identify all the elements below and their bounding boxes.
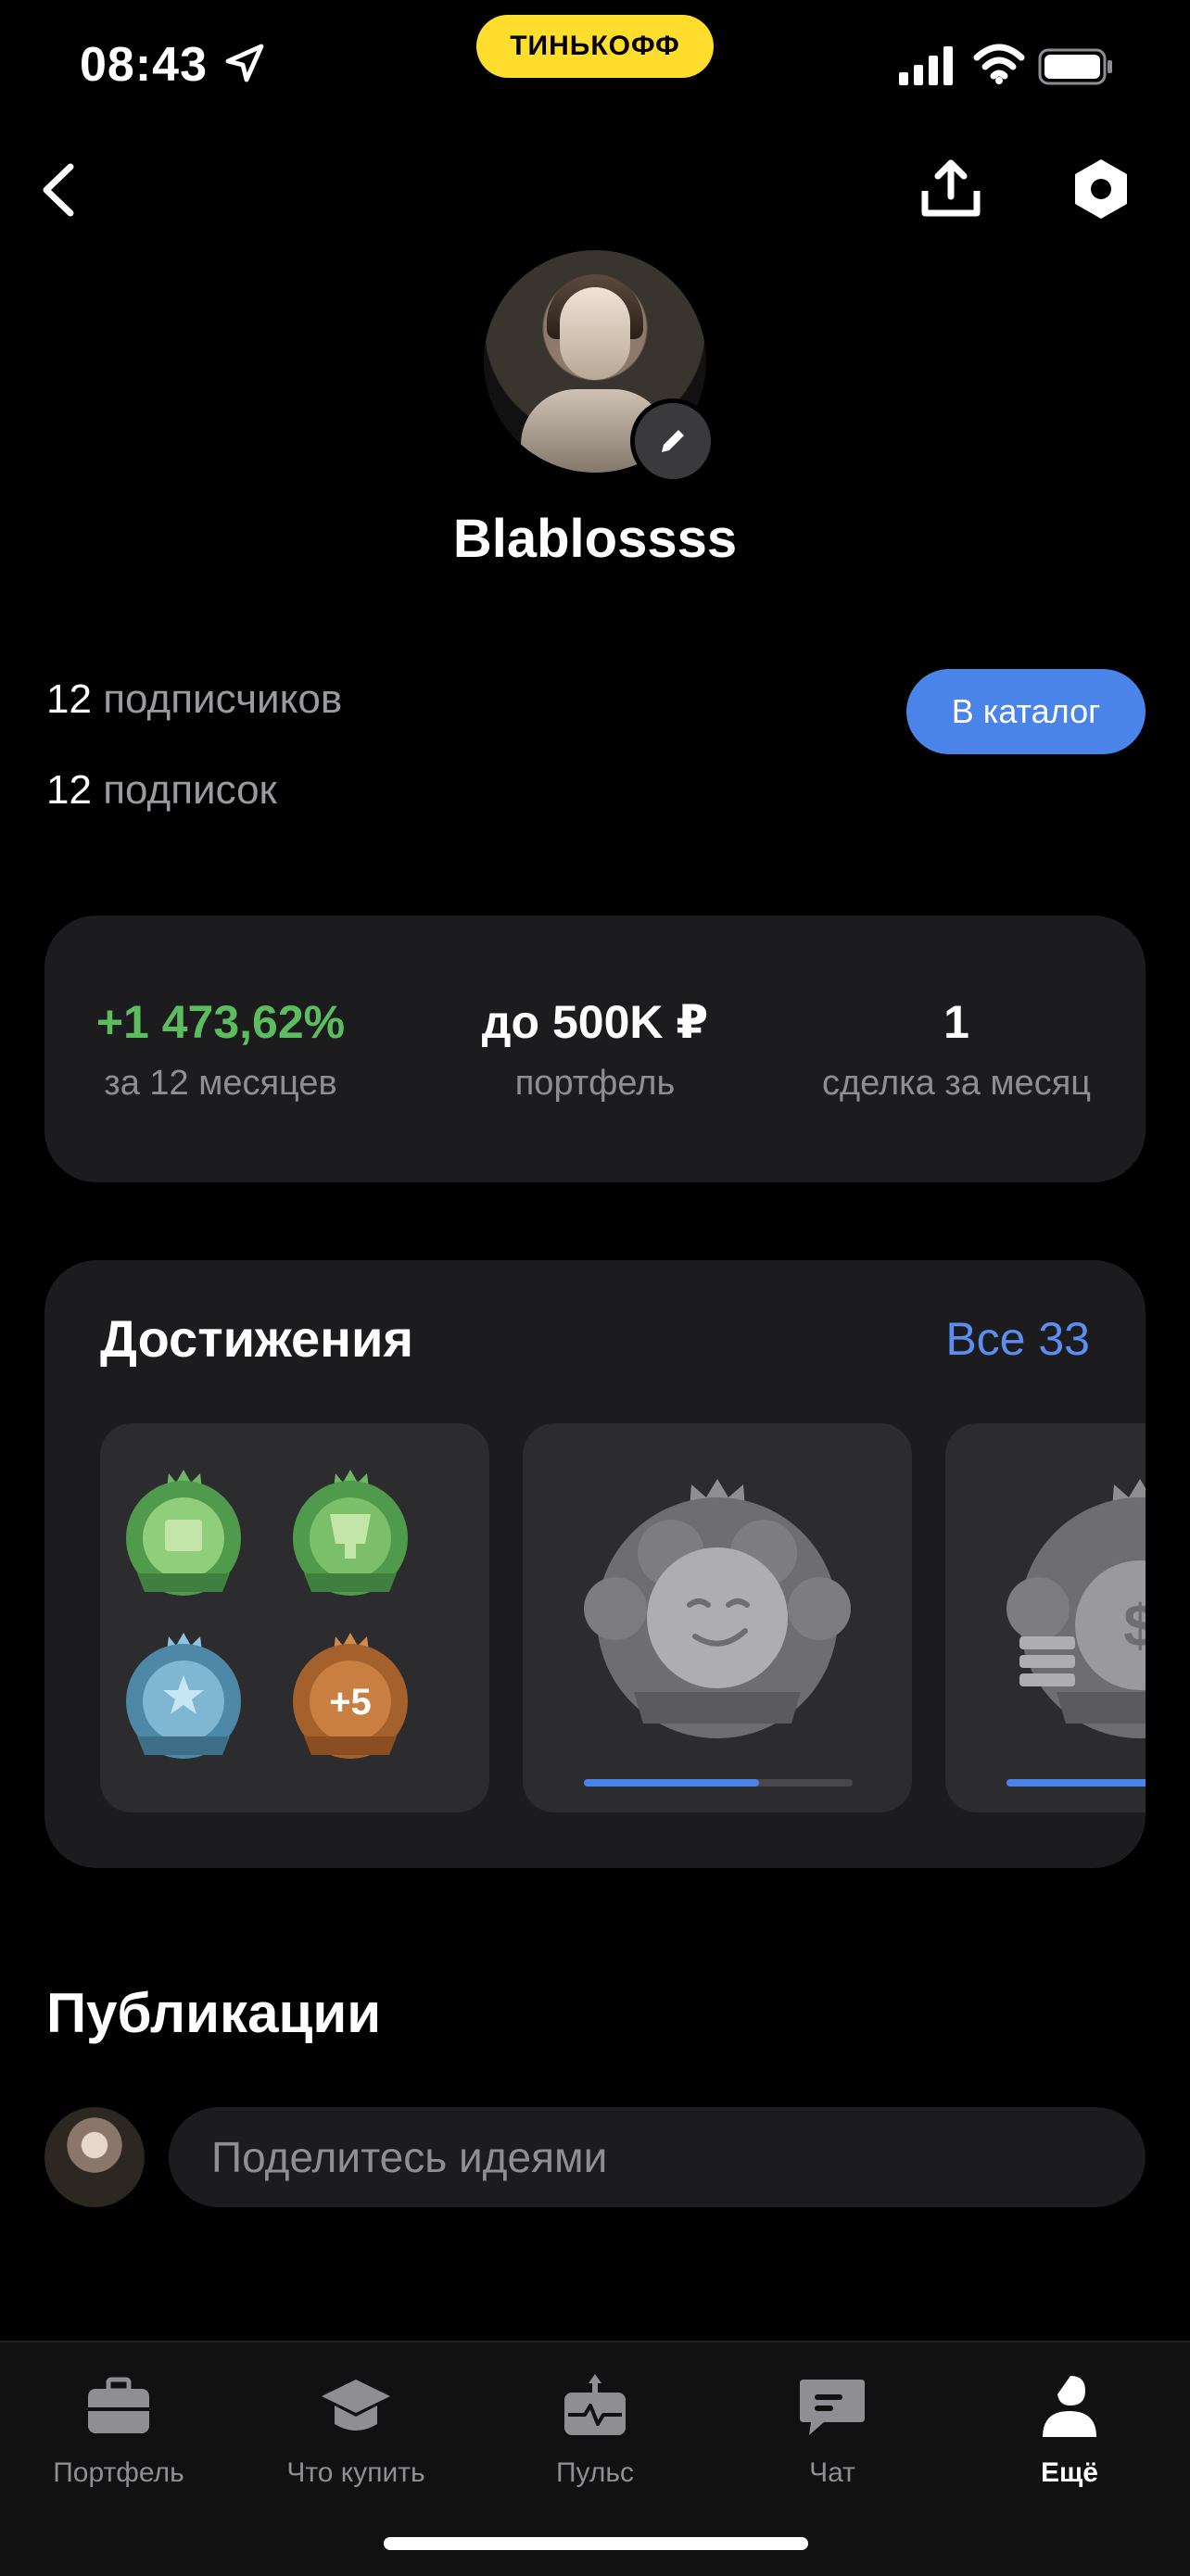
more-badges-label: +5 <box>329 1682 372 1723</box>
tab-portfolio[interactable]: Портфель <box>7 2370 230 2489</box>
settings-hexagon-icon[interactable] <box>1068 156 1134 222</box>
following-count: 12 <box>46 767 92 813</box>
graduation-cap-icon <box>322 2380 390 2431</box>
home-indicator[interactable] <box>384 2537 808 2550</box>
publications-title: Публикации <box>46 1982 382 2044</box>
share-upload-icon[interactable] <box>918 156 984 222</box>
silver-money-bag-badge-icon: $ <box>1006 1479 1146 1738</box>
metric-return: +1 473,62% за 12 месяцев <box>44 995 397 1104</box>
metrics-card: +1 473,62% за 12 месяцев до 500K ₽ портф… <box>44 915 1146 1182</box>
metric-portfolio-value: до 500K ₽ <box>481 996 709 1048</box>
tab-label: Портфель <box>53 2457 184 2488</box>
tab-pulse[interactable]: Пульс <box>484 2370 706 2489</box>
silver-smile-badge-icon <box>584 1479 851 1738</box>
tab-label: Ещё <box>1040 2457 1098 2488</box>
pencil-icon <box>662 430 684 452</box>
blue-stars-badge-icon <box>126 1633 241 1759</box>
achievement-group-tile[interactable]: +5 <box>100 1423 489 1812</box>
green-trophy-badge-icon <box>293 1470 408 1596</box>
back-chevron-icon[interactable] <box>28 158 93 222</box>
following-label: подписок <box>103 767 277 813</box>
status-time: 08:43 <box>80 38 208 92</box>
metric-deals: 1 сделка за месяц <box>780 995 1133 1104</box>
tab-label: Чат <box>809 2457 855 2488</box>
share-ideas-input[interactable]: Поделитесь идеями <box>169 2107 1146 2207</box>
battery-icon <box>1038 48 1112 85</box>
more-person-icon <box>1043 2376 1096 2437</box>
achievements-card: Достижения Все 33 +5 $ <box>44 1260 1146 1868</box>
following-stat[interactable]: 12 подписок <box>46 767 277 814</box>
pulse-icon <box>564 2374 626 2435</box>
metric-deals-value: 1 <box>943 996 969 1048</box>
metric-return-value: +1 473,62% <box>95 996 346 1048</box>
location-arrow-icon <box>225 44 264 82</box>
achievements-title: Достижения <box>100 1309 414 1368</box>
tab-label: Что купить <box>286 2457 425 2488</box>
achievement-tile-smile[interactable] <box>523 1423 912 1812</box>
green-money-badge-icon <box>126 1470 241 1596</box>
svg-text:$: $ <box>1123 1592 1146 1659</box>
metric-deals-label: сделка за месяц <box>821 1064 1092 1103</box>
followers-count: 12 <box>46 676 92 722</box>
catalog-button[interactable]: В каталог <box>906 669 1146 754</box>
metric-portfolio: до 500K ₽ портфель <box>419 995 771 1104</box>
followers-stat[interactable]: 12 подписчиков <box>46 676 342 723</box>
tab-label: Пульс <box>555 2457 635 2488</box>
profile-name: Blablossss <box>452 509 738 569</box>
achievement-progress-bar <box>584 1779 853 1787</box>
briefcase-icon <box>88 2377 149 2433</box>
achievement-progress-bar <box>1006 1779 1146 1787</box>
author-avatar <box>44 2107 145 2207</box>
metric-return-label: за 12 месяцев <box>104 1064 337 1103</box>
edit-avatar-button[interactable] <box>630 398 715 484</box>
tab-what-to-buy[interactable]: Что купить <box>245 2370 467 2489</box>
tab-more[interactable]: Ещё <box>958 2370 1181 2489</box>
brand-badge: ТИНЬКОФФ <box>476 15 714 78</box>
chat-icon <box>800 2380 865 2435</box>
tab-chat[interactable]: Чат <box>721 2370 943 2489</box>
achievement-tile-money-bag[interactable]: $ <box>945 1423 1146 1812</box>
wifi-icon <box>973 44 1025 84</box>
metric-portfolio-label: портфель <box>514 1064 676 1103</box>
followers-label: подписчиков <box>103 676 343 722</box>
achievements-all-link[interactable]: Все 33 <box>945 1312 1090 1366</box>
cellular-signal-icon <box>899 46 953 85</box>
